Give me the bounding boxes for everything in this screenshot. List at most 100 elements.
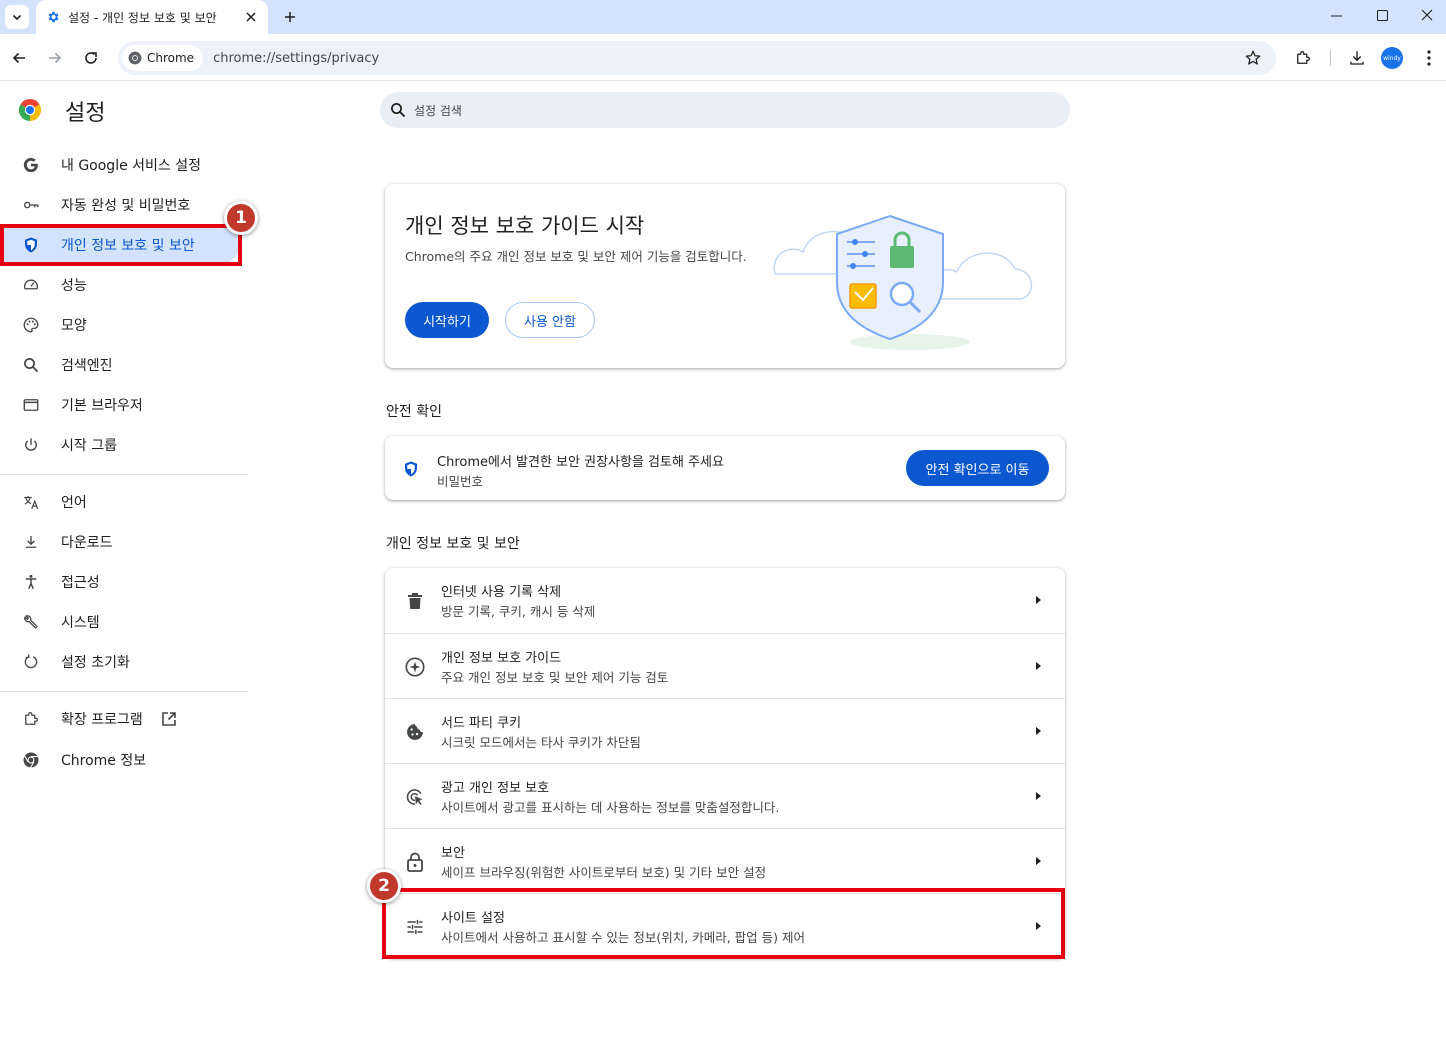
sidebar-item-default-browser[interactable]: 기본 브라우저	[0, 386, 240, 424]
key-icon	[22, 196, 40, 214]
row-privacy-guide[interactable]: 개인 정보 보호 가이드 주요 개인 정보 보호 및 보안 제어 기능 검토	[385, 633, 1065, 698]
download-icon	[22, 533, 40, 551]
page-title: 설정	[65, 101, 106, 126]
sidebar-item-appearance[interactable]: 모양	[0, 306, 240, 344]
chrome-logo-icon	[18, 99, 42, 121]
chevron-right-icon	[1036, 662, 1041, 670]
privacy-section-heading: 개인 정보 보호 및 보안	[386, 536, 520, 552]
row-subtitle: 방문 기록, 쿠키, 캐시 등 삭제	[441, 604, 596, 619]
sidebar-item-label: 다운로드	[61, 535, 113, 551]
bookmark-star-icon[interactable]	[1244, 49, 1262, 67]
search-icon	[22, 356, 40, 374]
start-guide-button[interactable]: 시작하기	[405, 302, 489, 338]
sidebar-item-label: 시작 그룹	[61, 438, 117, 454]
forward-button[interactable]	[41, 44, 69, 72]
maximize-button[interactable]	[1359, 0, 1405, 30]
row-title: 개인 정보 보호 가이드	[441, 651, 562, 666]
more-vert-icon	[1427, 50, 1431, 66]
minimize-button[interactable]	[1313, 0, 1359, 30]
sidebar-item-search-engine[interactable]: 검색엔진	[0, 346, 240, 384]
row-third-party-cookies[interactable]: 서드 파티 쿠키 시크릿 모드에서는 타사 쿠키가 차단됨	[385, 698, 1065, 763]
site-info-chip[interactable]: Chrome	[122, 45, 204, 71]
dismiss-guide-button[interactable]: 사용 안함	[505, 302, 595, 338]
reload-icon	[85, 52, 97, 64]
puzzle-icon	[22, 710, 40, 728]
compass-icon	[404, 656, 426, 678]
row-clear-browsing-data[interactable]: 인터넷 사용 기록 삭제 방문 기록, 쿠키, 캐시 등 삭제	[385, 568, 1065, 633]
chevron-right-icon	[1036, 727, 1041, 735]
trash-icon	[404, 590, 426, 612]
new-tab-button[interactable]	[278, 5, 302, 29]
sidebar-item-performance[interactable]: 성능	[0, 266, 240, 304]
arrow-right-icon	[49, 52, 62, 64]
downloads-button[interactable]	[1343, 44, 1371, 72]
sidebar-item-autofill[interactable]: 자동 완성 및 비밀번호	[0, 186, 240, 224]
palette-icon	[22, 316, 40, 334]
gear-icon	[48, 11, 59, 23]
google-g-icon	[22, 156, 40, 174]
sidebar-item-accessibility[interactable]: 접근성	[0, 563, 240, 601]
safety-check-card: Chrome에서 발견한 보안 권장사항을 검토해 주세요 비밀번호 안전 확인…	[385, 436, 1065, 500]
title-bar: 설정 - 개인 정보 보호 및 보안	[0, 0, 1446, 34]
safety-check-subtitle: 비밀번호	[437, 474, 484, 489]
back-button[interactable]	[5, 44, 33, 72]
sidebar-item-label: 검색엔진	[61, 358, 113, 374]
url-text: chrome://settings/privacy	[213, 50, 380, 66]
settings-search-input[interactable]: 설정 검색	[380, 92, 1070, 128]
row-subtitle: 세이프 브라우징(위험한 사이트로부터 보호) 및 기타 보안 설정	[441, 865, 767, 880]
privacy-guide-illustration	[773, 214, 1033, 350]
active-tab[interactable]: 설정 - 개인 정보 보호 및 보안	[36, 0, 268, 34]
tab-search-button[interactable]	[5, 5, 29, 29]
close-window-button[interactable]	[1404, 0, 1446, 30]
sidebar-item-on-startup[interactable]: 시작 그룹	[0, 426, 240, 464]
sidebar-item-languages[interactable]: 언어	[0, 483, 240, 521]
sidebar-item-label: 모양	[61, 318, 87, 334]
plus-icon	[285, 12, 295, 22]
sidebar-item-system[interactable]: 시스템	[0, 603, 240, 641]
puzzle-icon	[1297, 51, 1310, 64]
sidebar-item-label: 시스템	[61, 615, 100, 631]
sidebar-item-label: Chrome 정보	[61, 753, 147, 769]
speedometer-icon	[22, 276, 40, 294]
sidebar-divider	[0, 691, 248, 692]
close-icon	[246, 12, 256, 22]
highlight-box-site-settings	[382, 888, 1065, 959]
tab-close-button[interactable]	[242, 8, 260, 26]
chevron-right-icon	[1036, 792, 1041, 800]
tab-title: 설정 - 개인 정보 보호 및 보안	[68, 10, 217, 25]
chevron-right-icon	[1036, 596, 1041, 604]
menu-button[interactable]	[1415, 44, 1443, 72]
sidebar-item-about-chrome[interactable]: Chrome 정보	[0, 741, 240, 779]
extensions-button[interactable]	[1289, 44, 1317, 72]
go-to-safety-check-button[interactable]: 안전 확인으로 이동	[906, 450, 1049, 486]
omnibox[interactable]: Chrome chrome://settings/privacy	[118, 41, 1276, 75]
shield-icon	[405, 461, 417, 477]
arrow-left-icon	[12, 52, 25, 64]
accessibility-icon	[22, 573, 40, 591]
profile-avatar[interactable]: windy	[1381, 47, 1403, 69]
step-badge-2: 2	[367, 869, 401, 903]
sidebar-item-label: 접근성	[61, 575, 100, 591]
sidebar-item-downloads[interactable]: 다운로드	[0, 523, 240, 561]
sidebar-item-extensions[interactable]: 확장 프로그램	[0, 700, 240, 738]
reload-button[interactable]	[77, 44, 105, 72]
browser-toolbar: Chrome chrome://settings/privacy windy	[0, 34, 1446, 81]
guide-title: 개인 정보 보호 가이드 시작	[405, 214, 645, 238]
row-ad-privacy[interactable]: 광고 개인 정보 보호 사이트에서 광고를 표시하는 데 사용하는 정보를 맞춤…	[385, 763, 1065, 828]
row-security[interactable]: 보안 세이프 브라우징(위험한 사이트로부터 보호) 및 기타 보안 설정	[385, 828, 1065, 893]
sidebar-item-google-services[interactable]: 내 Google 서비스 설정	[0, 146, 240, 184]
safety-check-heading: 안전 확인	[386, 404, 442, 420]
row-subtitle: 주요 개인 정보 보호 및 보안 제어 기능 검토	[441, 670, 669, 685]
row-title: 서드 파티 쿠키	[441, 716, 522, 731]
row-subtitle: 시크릿 모드에서는 타사 쿠키가 차단됨	[441, 735, 641, 750]
open-in-new-icon	[161, 712, 176, 726]
row-title: 인터넷 사용 기록 삭제	[441, 585, 562, 600]
sidebar-item-label: 자동 완성 및 비밀번호	[61, 198, 191, 214]
sidebar-item-reset-settings[interactable]: 설정 초기화	[0, 643, 240, 681]
step-badge-1: 1	[224, 201, 258, 235]
sidebar-item-label: 성능	[61, 278, 87, 294]
sidebar-item-label: 확장 프로그램	[61, 712, 143, 728]
row-subtitle: 사이트에서 광고를 표시하는 데 사용하는 정보를 맞춤설정합니다.	[441, 800, 780, 815]
toolbar-separator	[1330, 50, 1331, 66]
chip-label: Chrome	[147, 51, 195, 65]
